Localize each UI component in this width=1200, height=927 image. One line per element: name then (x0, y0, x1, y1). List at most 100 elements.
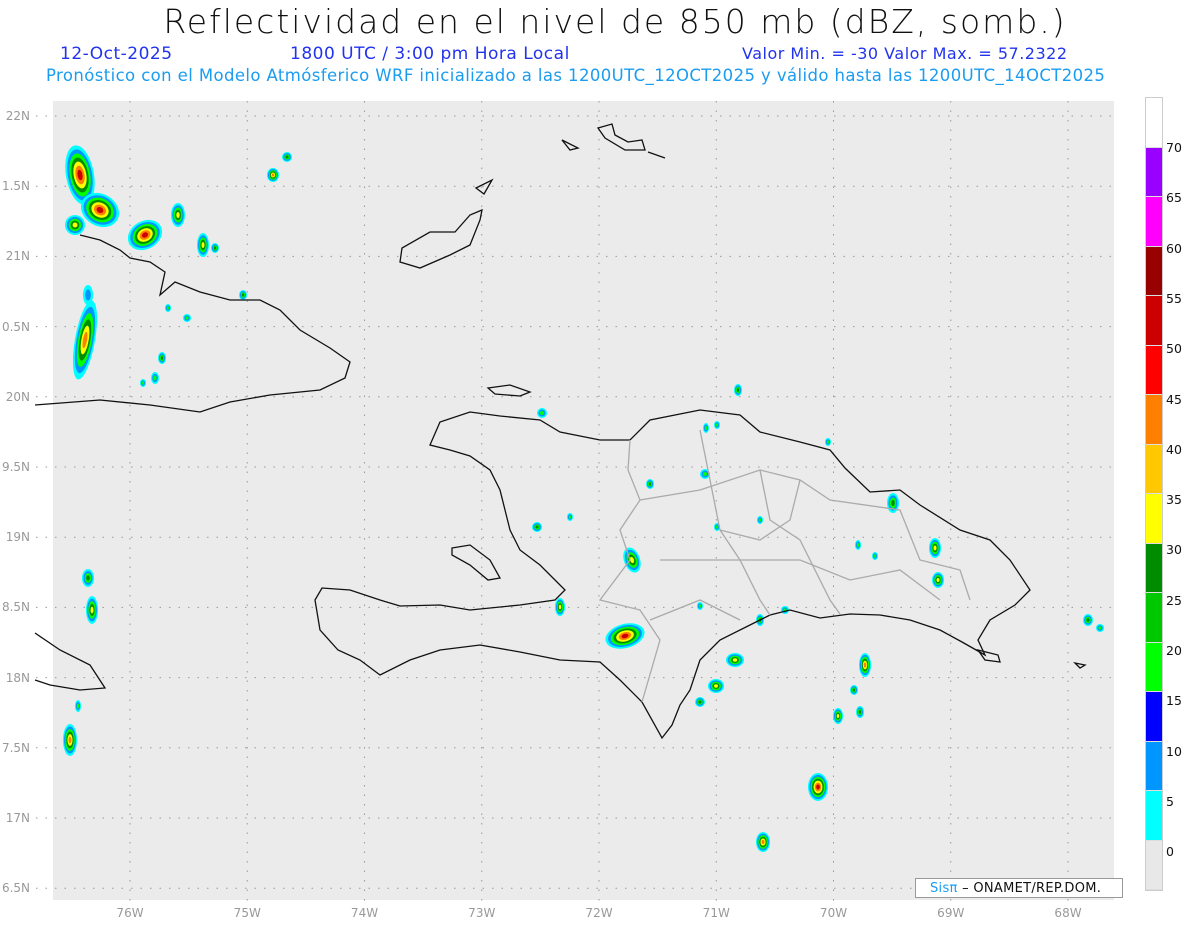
lon-label: 72W (585, 906, 613, 920)
colorbar-label: 35 (1166, 492, 1182, 508)
reflectivity-cell (65, 215, 85, 235)
lat-label: 21N (5, 249, 30, 264)
reflectivity-cell (726, 653, 744, 667)
reflectivity-cell (808, 773, 828, 801)
reflectivity-cell (165, 304, 171, 312)
reflectivity-cell (183, 314, 191, 322)
lat-label: 18N (5, 670, 30, 685)
reflectivity-cell (734, 384, 742, 396)
reflectivity-cell (555, 598, 565, 616)
colorbar-label: 15 (1166, 693, 1182, 709)
colorbar-swatch (1146, 543, 1162, 593)
colorbar-swatch (1146, 791, 1162, 841)
colorbar-label: 50 (1166, 341, 1182, 357)
lon-label: 73W (468, 906, 496, 920)
lon-label: 71W (702, 906, 730, 920)
reflectivity-cell (855, 540, 861, 550)
colorbar-swatch (1146, 642, 1162, 692)
credit-box: Sisπ – ONAMET/REP.DOM. (915, 878, 1123, 898)
lon-label: 76W (116, 906, 144, 920)
colorbar-swatch (1146, 692, 1162, 742)
reflectivity-cell (833, 708, 843, 724)
colorbar-swatch (1146, 197, 1162, 247)
reflectivity-cell (86, 596, 98, 624)
reflectivity-cell (75, 700, 81, 712)
credit-brand: Sisπ (930, 881, 958, 896)
reflectivity-cell (1096, 624, 1104, 632)
reflectivity-cell (646, 479, 654, 489)
reflectivity-cell (82, 569, 94, 587)
reflectivity-cell (140, 379, 146, 387)
reflectivity-cell (1083, 614, 1093, 626)
colorbar-label: 0 (1166, 844, 1174, 860)
reflectivity-cell (532, 522, 542, 532)
lon-label: 69W (937, 906, 965, 920)
lat-label: 9.5N (1, 460, 30, 474)
colorbar-label: 10 (1166, 743, 1182, 759)
colorbar-label: 55 (1166, 290, 1182, 306)
reflectivity-cell (567, 513, 573, 521)
reflectivity-cell (83, 285, 93, 305)
reflectivity-cell (697, 602, 703, 610)
reflectivity-cell (714, 421, 720, 429)
reflectivity-cell (695, 697, 705, 707)
lat-label: 20N (5, 389, 30, 404)
reflectivity-cell (850, 685, 858, 695)
colorbar-swatch (1146, 296, 1162, 346)
lat-label: 1.5N (1, 179, 30, 194)
reflectivity-cell (825, 438, 831, 446)
reflectivity-cell (239, 290, 247, 300)
colorbar-swatch (1146, 395, 1162, 445)
reflectivity-cell (703, 423, 709, 433)
colorbar-swatch (1146, 593, 1162, 643)
reflectivity-cell (158, 352, 166, 364)
colorbar-swatch (1146, 494, 1162, 544)
lon-label: 75W (233, 906, 261, 920)
colorbar-swatch (1146, 840, 1162, 890)
lon-label: 68W (1054, 906, 1082, 920)
colorbar-label: 25 (1166, 592, 1182, 608)
lat-label: 19N (5, 530, 30, 545)
reflectivity-cell (267, 168, 279, 182)
reflectivity-cell (872, 552, 878, 560)
colorbar-label: 5 (1166, 793, 1174, 809)
colorbar-label: 70 (1166, 140, 1182, 155)
reflectivity-cell (856, 706, 864, 718)
colorbar-label: 30 (1166, 542, 1182, 558)
colorbar-swatch (1146, 147, 1162, 197)
colorbar-swatch (1146, 741, 1162, 791)
map-background (53, 101, 1114, 900)
lat-label: 22N (5, 109, 30, 123)
colorbar-label: 60 (1166, 240, 1182, 256)
reflectivity-cell (859, 653, 871, 677)
reflectivity-cell (757, 516, 763, 524)
lat-label: 0.5N (1, 319, 30, 334)
reflectivity-cell (929, 538, 941, 558)
colorbar-swatch (1146, 98, 1162, 148)
lat-label: 8.5N (1, 600, 30, 615)
reflectivity-cell (151, 372, 159, 384)
reflectivity-cell (63, 724, 77, 756)
lat-label: 6.5N (1, 881, 30, 896)
lon-label: 74W (350, 906, 379, 920)
reflectivity-cell (211, 243, 219, 253)
colorbar-swatch (1146, 345, 1162, 395)
reflectivity-map (34, 101, 1114, 905)
colorbar-label: 40 (1166, 441, 1182, 457)
colorbar (1145, 97, 1163, 891)
colorbar-swatch (1146, 246, 1162, 296)
credit-text: – ONAMET/REP.DOM. (962, 881, 1102, 896)
reflectivity-cell (537, 408, 547, 418)
reflectivity-cell (282, 152, 292, 162)
colorbar-label: 20 (1166, 643, 1182, 658)
colorbar-swatch (1146, 444, 1162, 494)
reflectivity-cell (756, 832, 770, 852)
colorbar-label: 45 (1166, 391, 1182, 407)
reflectivity-cell (171, 203, 185, 227)
reflectivity-cell (932, 572, 944, 588)
reflectivity-cell (197, 233, 209, 257)
lat-label: 17N (5, 811, 30, 825)
lat-label: 7.5N (1, 740, 30, 755)
colorbar-label: 65 (1166, 190, 1182, 206)
reflectivity-cell (708, 679, 724, 693)
